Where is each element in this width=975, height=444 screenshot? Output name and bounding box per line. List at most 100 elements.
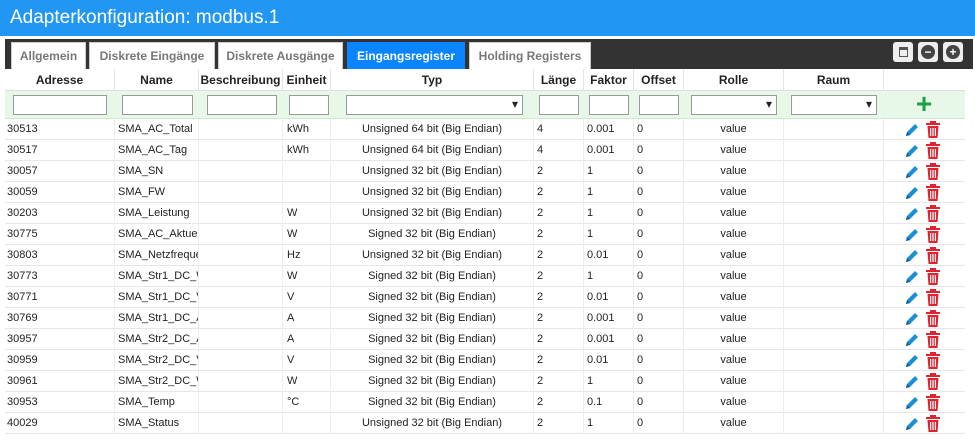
table-row[interactable]: 30517 SMA_AC_Tag kWh Unsigned 64 bit (Big E… xyxy=(5,140,965,161)
pencil-icon[interactable] xyxy=(904,311,920,327)
trash-icon[interactable] xyxy=(926,373,940,390)
filter-beschreibung-input[interactable] xyxy=(207,95,277,115)
row-actions xyxy=(884,204,965,223)
cell-einheit xyxy=(283,413,331,434)
pencil-icon[interactable] xyxy=(904,185,920,201)
trash-icon[interactable] xyxy=(926,289,940,306)
trash-icon[interactable] xyxy=(926,268,940,285)
cell-einheit: kWh xyxy=(283,119,331,140)
table-row[interactable]: 30953 SMA_Temp °C Signed 32 bit (Big Endian… xyxy=(5,392,965,413)
pencil-icon[interactable] xyxy=(904,206,920,222)
pencil-icon[interactable] xyxy=(904,143,920,159)
tab-allgemein[interactable]: Allgemein xyxy=(11,42,86,69)
cell-name: SMA_AC_Total xyxy=(115,119,199,140)
header-adresse[interactable]: Adresse xyxy=(5,69,115,91)
trash-icon[interactable] xyxy=(926,415,940,432)
tab-diskrete-ausgaenge[interactable]: Diskrete Ausgänge xyxy=(218,42,343,69)
cell-laenge: 2 xyxy=(534,266,584,287)
pencil-icon[interactable] xyxy=(904,227,920,243)
table-row[interactable]: 30057 SMA_SN Unsigned 32 bit (Big Endian) 2… xyxy=(5,161,965,182)
filter-rolle-select[interactable] xyxy=(691,95,777,115)
pencil-icon[interactable] xyxy=(904,290,920,306)
filter-einheit-input[interactable] xyxy=(289,95,329,115)
cell-einheit: °C xyxy=(283,392,331,413)
header-offset[interactable]: Offset xyxy=(634,69,684,91)
header-name[interactable]: Name xyxy=(115,69,199,91)
cell-offset: 0 xyxy=(634,140,684,161)
filter-adresse-input[interactable] xyxy=(13,95,107,115)
table-row[interactable]: 30961 SMA_Str2_DC_W W Signed 32 bit (Big En… xyxy=(5,371,965,392)
pencil-icon[interactable] xyxy=(904,395,920,411)
cell-einheit: W xyxy=(283,203,331,224)
pencil-icon[interactable] xyxy=(904,269,920,285)
delete-all-button[interactable] xyxy=(893,42,913,62)
table-row[interactable]: 30771 SMA_Str1_DC_V V Signed 32 bit (Big En… xyxy=(5,287,965,308)
table-row[interactable]: 30959 SMA_Str2_DC_V V Signed 32 bit (Big En… xyxy=(5,350,965,371)
cell-name: SMA_AC_Tag xyxy=(115,140,199,161)
row-actions xyxy=(884,414,965,433)
trash-icon[interactable] xyxy=(926,205,940,222)
row-actions xyxy=(884,246,965,265)
header-einheit[interactable]: Einheit xyxy=(283,69,331,91)
cell-faktor: 0.01 xyxy=(584,287,634,308)
cell-beschreibung xyxy=(199,413,283,434)
add-row-button[interactable]: + xyxy=(912,90,936,118)
cell-rolle: value xyxy=(684,245,784,266)
trash-icon[interactable] xyxy=(926,247,940,264)
pencil-icon[interactable] xyxy=(904,164,920,180)
table-row[interactable]: 30803SMA_Netzfrequenz HzUnsigned 32 bit (… xyxy=(5,245,965,266)
header-rolle[interactable]: Rolle xyxy=(684,69,784,91)
table-row[interactable]: 40029 SMA_Status Unsigned 32 bit (Big Endi… xyxy=(5,413,965,434)
tab-diskrete-eingaenge[interactable]: Diskrete Eingänge xyxy=(89,42,215,69)
table-row[interactable]: 30513 SMA_AC_Total kWh Unsigned 64 bit (Big… xyxy=(5,119,965,140)
filter-faktor-input[interactable] xyxy=(589,95,629,115)
trash-icon[interactable] xyxy=(926,121,940,138)
tab-strip: Allgemein Diskrete Eingänge Diskrete Aus… xyxy=(0,36,975,69)
expand-button[interactable]: + xyxy=(943,42,963,62)
tab-holding-registers[interactable]: Holding Registers xyxy=(469,42,591,69)
trash-icon[interactable] xyxy=(926,394,940,411)
table-row[interactable]: 30775 SMA_AC_Aktuell W Signed 32 bit (Big E… xyxy=(5,224,965,245)
filter-row: + xyxy=(5,90,965,119)
trash-icon[interactable] xyxy=(926,352,940,369)
filter-typ-select[interactable] xyxy=(346,95,523,115)
filter-laenge-input[interactable] xyxy=(539,95,579,115)
cell-beschreibung xyxy=(199,308,283,329)
pencil-icon[interactable] xyxy=(904,332,920,348)
table-row[interactable]: 30957 SMA_Str2_DC_A A Signed 32 bit (Big En… xyxy=(5,329,965,350)
pencil-icon[interactable] xyxy=(904,122,920,138)
trash-icon[interactable] xyxy=(926,142,940,159)
table-row[interactable]: 30769 SMA_Str1_DC_A A Signed 32 bit (Big En… xyxy=(5,308,965,329)
cell-adresse: 40029 xyxy=(5,413,115,434)
header-laenge[interactable]: Länge xyxy=(534,69,584,91)
table-row[interactable]: 30773 SMA_Str1_DC_W W Signed 32 bit (Big En… xyxy=(5,266,965,287)
row-actions xyxy=(884,351,965,370)
cell-beschreibung xyxy=(199,119,283,140)
filter-name-input[interactable] xyxy=(122,95,193,115)
cell-raum xyxy=(784,119,884,140)
cell-typ: Signed 32 bit (Big Endian) xyxy=(331,224,534,245)
trash-icon[interactable] xyxy=(926,184,940,201)
table-row[interactable]: 30203 SMA_Leistung W Unsigned 32 bit (Big E… xyxy=(5,203,965,224)
filter-offset-input[interactable] xyxy=(639,95,679,115)
pencil-icon[interactable] xyxy=(904,353,920,369)
header-faktor[interactable]: Faktor xyxy=(584,69,634,91)
collapse-button[interactable]: − xyxy=(918,42,938,62)
trash-icon[interactable] xyxy=(926,331,940,348)
pencil-icon[interactable] xyxy=(904,374,920,390)
pencil-icon[interactable] xyxy=(904,416,920,432)
pencil-icon[interactable] xyxy=(904,248,920,264)
header-raum[interactable]: Raum xyxy=(784,69,884,91)
table-row[interactable]: 30059 SMA_FW Unsigned 32 bit (Big Endian) 2… xyxy=(5,182,965,203)
header-beschreibung[interactable]: Beschreibung xyxy=(199,69,283,91)
trash-icon[interactable] xyxy=(926,310,940,327)
cell-einheit: W xyxy=(283,224,331,245)
tab-eingangsregister[interactable]: Eingangsregister xyxy=(347,42,465,69)
header-typ[interactable]: Typ xyxy=(331,69,534,91)
trash-icon[interactable] xyxy=(926,226,940,243)
filter-raum-select[interactable] xyxy=(791,95,877,115)
cell-laenge: 2 xyxy=(534,161,584,182)
cell-offset: 0 xyxy=(634,203,684,224)
trash-icon[interactable] xyxy=(926,163,940,180)
cell-laenge: 2 xyxy=(534,413,584,434)
